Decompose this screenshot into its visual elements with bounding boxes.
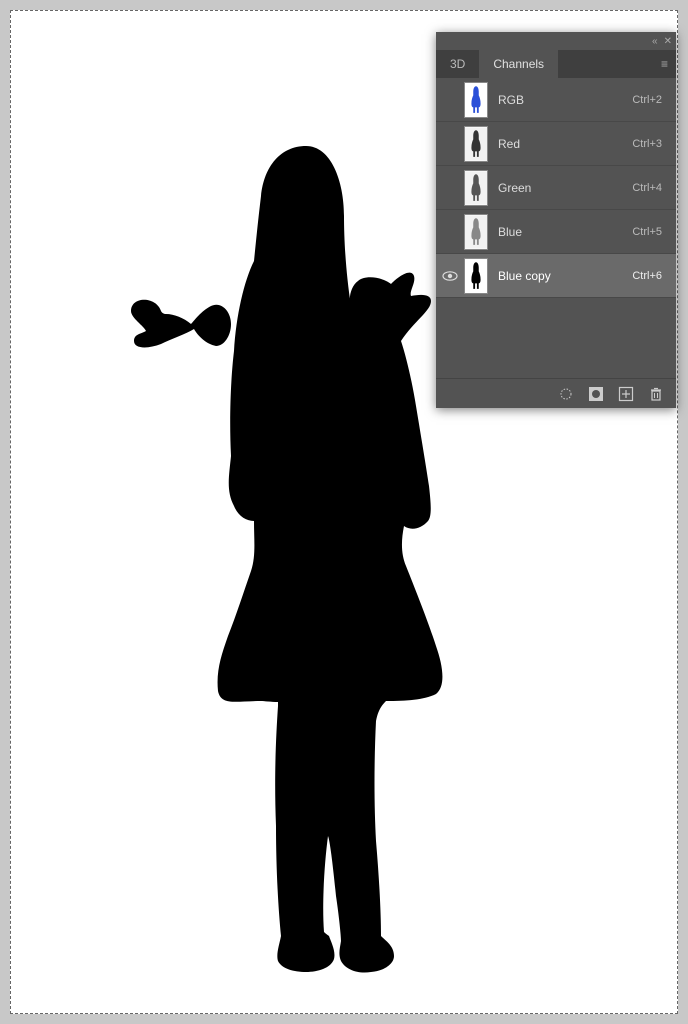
channel-row-red[interactable]: Red Ctrl+3 <box>436 122 676 166</box>
channel-name: Green <box>498 181 632 195</box>
channel-thumbnail <box>464 170 488 206</box>
channel-thumbnail <box>464 82 488 118</box>
mask-icon[interactable] <box>588 386 604 402</box>
channel-shortcut: Ctrl+6 <box>632 270 668 282</box>
close-icon[interactable]: ✕ <box>664 36 672 47</box>
channel-name: Red <box>498 137 632 151</box>
channel-shortcut: Ctrl+4 <box>632 182 668 194</box>
channels-panel: « ✕ 3D Channels ≡ RGB Ctrl+2 Red Ctrl+3 <box>436 32 676 408</box>
channel-row-blue-copy[interactable]: Blue copy Ctrl+6 <box>436 254 676 298</box>
channel-thumbnail <box>464 258 488 294</box>
channel-name: Blue <box>498 225 632 239</box>
channels-list: RGB Ctrl+2 Red Ctrl+3 Green Ctrl+4 Blue <box>436 78 676 378</box>
channel-shortcut: Ctrl+3 <box>632 138 668 150</box>
channel-name: Blue copy <box>498 269 632 283</box>
panel-tabs: 3D Channels ≡ <box>436 50 676 78</box>
channel-thumbnail <box>464 214 488 250</box>
visibility-toggle[interactable] <box>436 271 464 281</box>
panel-empty-area <box>436 298 676 378</box>
channel-row-rgb[interactable]: RGB Ctrl+2 <box>436 78 676 122</box>
channel-name: RGB <box>498 93 632 107</box>
panel-top-bar: « ✕ <box>436 32 676 50</box>
panel-footer <box>436 378 676 408</box>
delete-icon[interactable] <box>648 386 664 402</box>
channel-shortcut: Ctrl+2 <box>632 94 668 106</box>
new-channel-icon[interactable] <box>618 386 634 402</box>
selection-to-channel-icon[interactable] <box>558 386 574 402</box>
panel-menu-icon[interactable]: ≡ <box>653 50 676 78</box>
collapse-icon[interactable]: « <box>652 36 658 47</box>
channel-shortcut: Ctrl+5 <box>632 226 668 238</box>
channel-thumbnail <box>464 126 488 162</box>
silhouette-image <box>126 146 446 976</box>
tab-channels[interactable]: Channels <box>479 50 558 78</box>
tab-3d[interactable]: 3D <box>436 50 479 78</box>
eye-icon <box>442 271 458 281</box>
channel-row-green[interactable]: Green Ctrl+4 <box>436 166 676 210</box>
channel-row-blue[interactable]: Blue Ctrl+5 <box>436 210 676 254</box>
